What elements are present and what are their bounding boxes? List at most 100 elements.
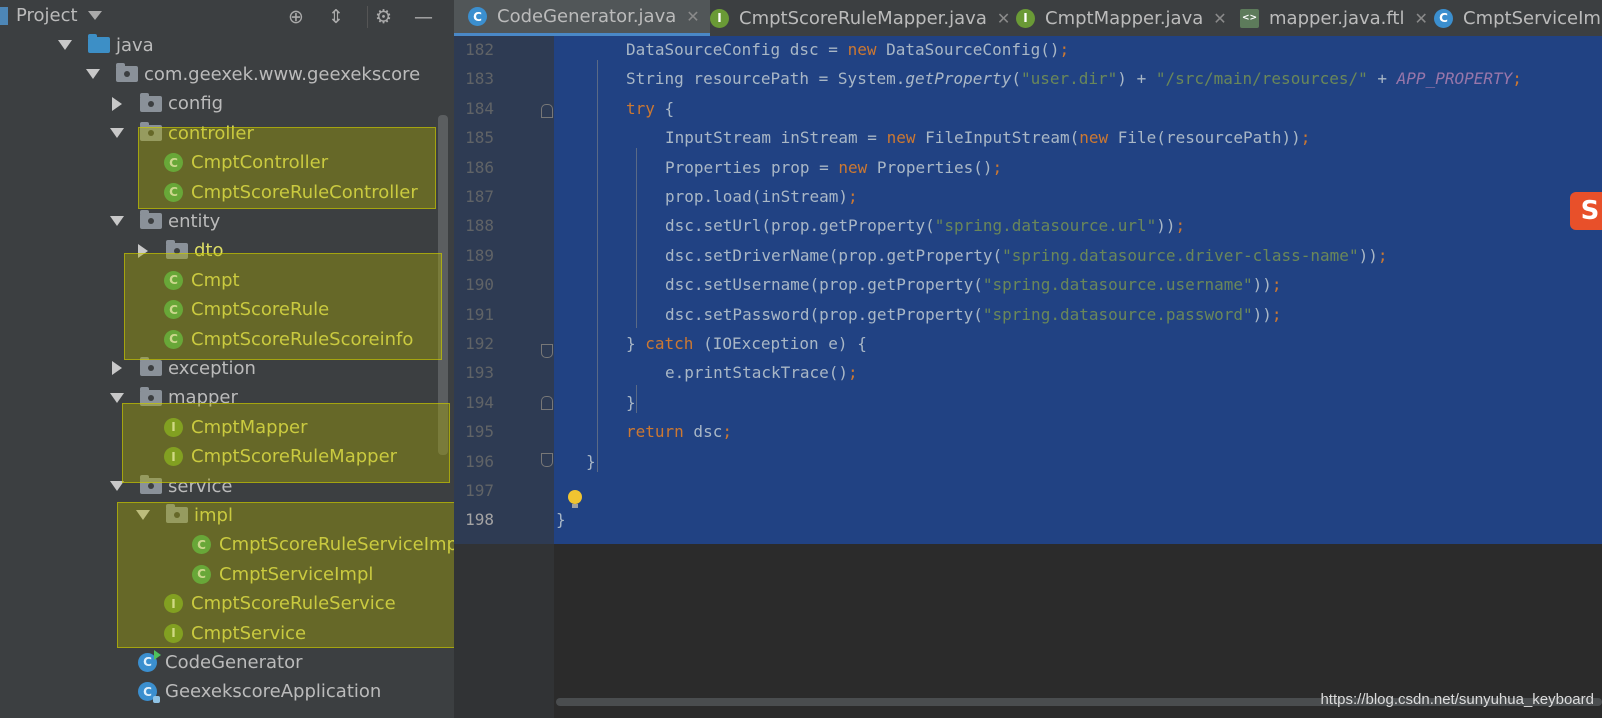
code-token: catch — [645, 334, 694, 353]
editor-tab[interactable]: <> mapper.java.ftl ✕ — [1226, 0, 1438, 36]
collapse-arrow-icon[interactable] — [112, 361, 122, 376]
code-token: InputStream inStream = — [665, 128, 887, 148]
tree-item-label: com.geexek.www.geexekscore — [144, 63, 421, 85]
tab-label: CodeGenerator.java — [497, 6, 677, 27]
class-icon: C — [468, 7, 487, 26]
tree-item-label: exception — [168, 357, 256, 379]
tab-label: CmptServiceIm — [1463, 7, 1601, 29]
code-token: new — [847, 40, 877, 59]
code-line: dsc.setPassword(prop.getProperty("spring… — [665, 300, 1282, 330]
gear-icon[interactable]: ⚙ — [375, 6, 392, 28]
editor-tab[interactable]: C CmptServiceIm — [1420, 0, 1602, 36]
code-token: ; — [1059, 40, 1070, 59]
toolbar-divider — [367, 6, 368, 28]
tab-label: CmptScoreRuleMapper.java — [739, 7, 987, 29]
template-file-icon: <> — [1240, 8, 1259, 28]
code-token: dsc.setDriverName(prop.getProperty( — [665, 245, 1003, 265]
fold-marker-icon[interactable] — [541, 104, 553, 118]
code-token: DataSourceConfig() — [876, 40, 1060, 59]
interface-icon: I — [1016, 8, 1035, 28]
expand-arrow-icon[interactable] — [58, 40, 72, 50]
fold-marker-icon[interactable] — [541, 453, 553, 467]
code-token: File(resourcePath)) — [1108, 128, 1301, 148]
tree-item[interactable]: config — [110, 89, 223, 119]
sogou-logo: S — [1570, 192, 1602, 230]
fold-marker-icon[interactable] — [541, 396, 553, 410]
expand-arrow-icon[interactable] — [110, 128, 124, 139]
line-number: 183 — [465, 69, 494, 89]
code-token: )) — [1156, 216, 1176, 236]
tree-item[interactable]: entity — [110, 206, 220, 236]
highlight-box-service — [117, 502, 469, 648]
line-number: 188 — [465, 216, 494, 236]
code-line: dsc.setUrl(prop.getProperty("spring.data… — [665, 211, 1185, 241]
line-number: 182 — [465, 40, 494, 59]
expand-arrow-icon[interactable] — [110, 216, 124, 227]
editor-tab[interactable]: I CmptScoreRuleMapper.java ✕ — [696, 0, 1020, 36]
code-line: } — [556, 505, 566, 535]
tab-label: mapper.java.ftl — [1269, 7, 1405, 29]
fold-marker-icon[interactable] — [541, 344, 553, 358]
tree-item-label: entity — [168, 210, 221, 232]
code-token: "spring.datasource.username" — [982, 275, 1253, 295]
code-line: return dsc; — [626, 417, 732, 447]
class-icon: C — [138, 682, 160, 704]
tree-item-label: config — [168, 93, 224, 115]
line-number: 185 — [465, 128, 494, 148]
code-line: } — [626, 388, 636, 418]
editor-tab[interactable]: C CodeGenerator.java ✕ — [454, 0, 710, 36]
code-line: } catch (IOException e) { — [626, 329, 867, 359]
code-token: "user.dir" — [1020, 69, 1118, 89]
indent-guide — [636, 148, 637, 328]
code-token: } — [586, 451, 596, 471]
tree-item-label: java — [116, 34, 154, 56]
code-token: (IOException e) { — [693, 334, 867, 353]
collapse-arrow-icon[interactable] — [112, 96, 122, 111]
editor-tabs: C CodeGenerator.java ✕ I CmptScoreRuleMapper… — [454, 0, 1602, 37]
code-token: getProperty — [905, 69, 1012, 89]
tree-item[interactable]: java — [58, 30, 154, 60]
code-token: DataSourceConfig dsc = — [626, 40, 848, 59]
code-token: new — [1079, 128, 1109, 148]
tree-item[interactable]: C CodeGenerator — [138, 647, 303, 677]
code-line: try { — [626, 94, 674, 124]
source-folder-icon — [88, 34, 110, 53]
tree-item[interactable]: com.geexek.www.geexekscore — [86, 59, 420, 89]
expand-arrow-icon[interactable] — [86, 69, 100, 80]
expand-arrow-icon[interactable] — [110, 392, 124, 403]
tree-item[interactable]: C GeexekscoreApplication — [138, 677, 381, 707]
class-icon: C — [1434, 8, 1453, 28]
code-token: return — [626, 422, 684, 442]
code-token: } — [626, 334, 646, 353]
code-token: try — [626, 98, 655, 118]
minimize-icon[interactable]: — — [414, 6, 433, 28]
target-icon[interactable]: ⊕ — [288, 6, 304, 28]
highlight-box-mapper — [122, 403, 450, 483]
code-line: prop.load(inStream); — [665, 182, 858, 212]
line-number: 186 — [465, 157, 494, 177]
code-token: Properties() — [867, 157, 993, 177]
lightbulb-icon[interactable] — [568, 490, 582, 508]
collapse-icon[interactable]: ⇕ — [328, 6, 344, 28]
project-view-selector[interactable]: Project — [0, 5, 102, 26]
code-token: ; — [992, 157, 1003, 177]
code-token: )) — [1358, 245, 1378, 265]
code-token: dsc.setUsername(prop.getProperty( — [665, 275, 983, 295]
line-number: 193 — [465, 363, 494, 383]
line-number: 187 — [465, 187, 494, 206]
code-token: "spring.datasource.url" — [934, 216, 1157, 236]
code-token: )) — [1252, 275, 1272, 295]
indent-guide — [597, 60, 598, 472]
code-token: dsc.setUrl(prop.getProperty( — [665, 216, 935, 236]
editor-tab[interactable]: I CmptMapper.java ✕ — [1002, 0, 1237, 36]
close-icon[interactable]: ✕ — [1213, 9, 1226, 28]
code-token: "spring.datasource.driver-class-name" — [1002, 245, 1359, 265]
code-line: } — [586, 447, 596, 477]
line-number: 196 — [465, 451, 494, 471]
package-icon — [140, 210, 162, 230]
line-number: 195 — [465, 422, 494, 442]
code-token: ; — [1512, 69, 1522, 89]
code-token: prop.load(inStream) — [665, 187, 849, 206]
line-number: 189 — [465, 245, 494, 265]
code-token: dsc — [683, 422, 723, 442]
